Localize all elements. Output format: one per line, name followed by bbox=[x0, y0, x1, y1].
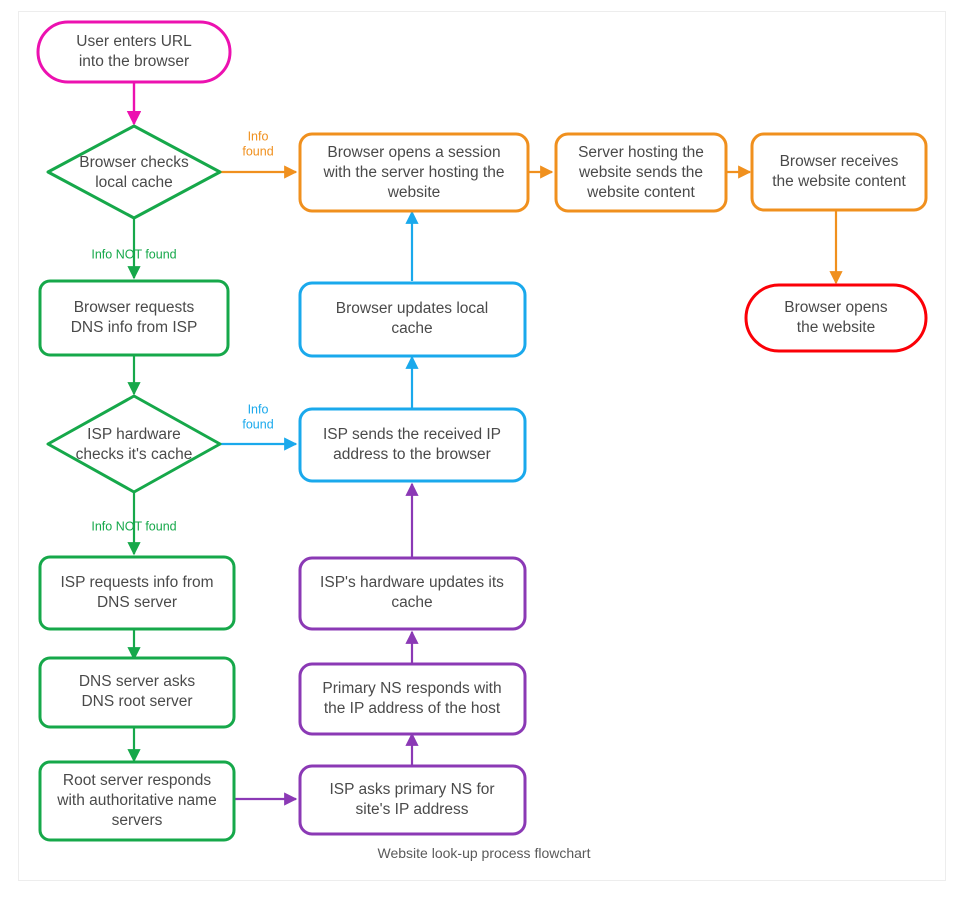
node-dns-asks-root-line2: DNS root server bbox=[81, 693, 192, 710]
node-browser-dns-line1: Browser requests bbox=[74, 299, 195, 316]
node-browser-receives-line1: Browser receives bbox=[780, 153, 899, 170]
node-isp-cache[interactable]: ISP hardware checks it's cache bbox=[46, 394, 222, 494]
node-start-shape bbox=[36, 20, 232, 84]
node-root-responds-line3: servers bbox=[112, 812, 163, 829]
node-isp-cache-line2: checks it's cache bbox=[76, 446, 193, 463]
node-browser-dns[interactable]: Browser requests DNS info from ISP bbox=[38, 279, 230, 357]
node-browser-session-line1: Browser opens a session bbox=[327, 144, 500, 161]
node-server-sends[interactable]: Server hosting the website sends the web… bbox=[554, 132, 728, 213]
node-ns-responds-line2: the IP address of the host bbox=[324, 700, 501, 717]
node-browser-opens-line2: the website bbox=[797, 319, 875, 336]
node-isp-sends-ip-shape bbox=[298, 407, 527, 483]
edge-label-cache-found-line1: Info bbox=[248, 129, 269, 143]
node-browser-session-line2: with the server hosting the bbox=[323, 164, 505, 181]
node-isp-updates-line2: cache bbox=[391, 594, 432, 611]
flowchart-svg: Info found Info NOT found Info found Inf… bbox=[36, 20, 928, 842]
node-isp-asks-ns-line2: site's IP address bbox=[356, 801, 469, 818]
node-browser-receives-line2: the website content bbox=[772, 173, 906, 190]
node-browser-opens-shape bbox=[744, 283, 928, 353]
node-isp-requests-line2: DNS server bbox=[97, 594, 177, 611]
node-isp-asks-ns-line1: ISP asks primary NS for bbox=[329, 781, 494, 798]
node-ns-responds[interactable]: Primary NS responds with the IP address … bbox=[298, 662, 527, 736]
edge-label-ispcache-found-line1: Info bbox=[248, 402, 269, 416]
node-ns-responds-line1: Primary NS responds with bbox=[322, 680, 501, 697]
node-browser-opens[interactable]: Browser opens the website bbox=[744, 283, 928, 353]
node-start-line1: User enters URL bbox=[76, 33, 192, 50]
node-browser-dns-shape bbox=[38, 279, 230, 357]
node-browser-receives[interactable]: Browser receives the website content bbox=[750, 132, 928, 212]
node-server-sends-line1: Server hosting the bbox=[578, 144, 704, 161]
node-root-responds-line2: with authoritative name bbox=[56, 792, 216, 809]
node-isp-cache-shape bbox=[46, 394, 222, 494]
edge-label-ispcache-notfound: Info NOT found bbox=[91, 519, 176, 533]
node-isp-requests-shape bbox=[38, 555, 236, 631]
node-isp-sends-ip[interactable]: ISP sends the received IP address to the… bbox=[298, 407, 527, 483]
node-browser-opens-line1: Browser opens bbox=[784, 299, 888, 316]
node-isp-updates[interactable]: ISP's hardware updates its cache bbox=[298, 556, 527, 631]
node-dns-asks-root[interactable]: DNS server asks DNS root server bbox=[38, 656, 236, 729]
node-browser-cache-shape bbox=[46, 124, 222, 220]
flowchart-page: Info found Info NOT found Info found Inf… bbox=[0, 0, 968, 900]
node-browser-updates[interactable]: Browser updates local cache bbox=[298, 281, 527, 358]
node-isp-requests[interactable]: ISP requests info from DNS server bbox=[38, 555, 236, 631]
node-isp-cache-line1: ISP hardware bbox=[87, 426, 181, 443]
node-browser-dns-line2: DNS info from ISP bbox=[71, 319, 198, 336]
node-browser-updates-line2: cache bbox=[391, 320, 432, 337]
node-dns-asks-root-line1: DNS server asks bbox=[79, 673, 196, 690]
node-ns-responds-shape bbox=[298, 662, 527, 736]
node-server-sends-line2: website sends the bbox=[578, 164, 703, 181]
node-isp-asks-ns-shape bbox=[298, 764, 527, 836]
node-isp-updates-line1: ISP's hardware updates its bbox=[320, 574, 504, 591]
node-browser-cache-line2: local cache bbox=[95, 174, 173, 191]
node-root-responds-line1: Root server responds bbox=[63, 772, 211, 789]
node-isp-requests-line1: ISP requests info from bbox=[60, 574, 213, 591]
node-isp-asks-ns[interactable]: ISP asks primary NS for site's IP addres… bbox=[298, 764, 527, 836]
node-root-responds[interactable]: Root server responds with authoritative … bbox=[38, 760, 236, 842]
node-browser-cache[interactable]: Browser checks local cache bbox=[46, 124, 222, 220]
node-start[interactable]: User enters URL into the browser bbox=[36, 20, 232, 84]
edge-label-cache-found-line2: found bbox=[242, 144, 273, 158]
node-isp-sends-ip-line1: ISP sends the received IP bbox=[323, 426, 501, 443]
node-browser-updates-line1: Browser updates local bbox=[336, 300, 489, 317]
node-start-line2: into the browser bbox=[79, 53, 189, 70]
node-browser-receives-shape bbox=[750, 132, 928, 212]
node-isp-sends-ip-line2: address to the browser bbox=[333, 446, 491, 463]
edge-label-ispcache-found-line2: found bbox=[242, 417, 273, 431]
node-browser-cache-line1: Browser checks bbox=[79, 154, 189, 171]
edge-label-cache-notfound: Info NOT found bbox=[91, 247, 176, 261]
node-server-sends-line3: website content bbox=[586, 184, 695, 201]
diagram-caption: Website look-up process flowchart bbox=[377, 845, 591, 861]
node-browser-session-line3: website bbox=[387, 184, 441, 201]
node-browser-session[interactable]: Browser opens a session with the server … bbox=[298, 132, 530, 213]
